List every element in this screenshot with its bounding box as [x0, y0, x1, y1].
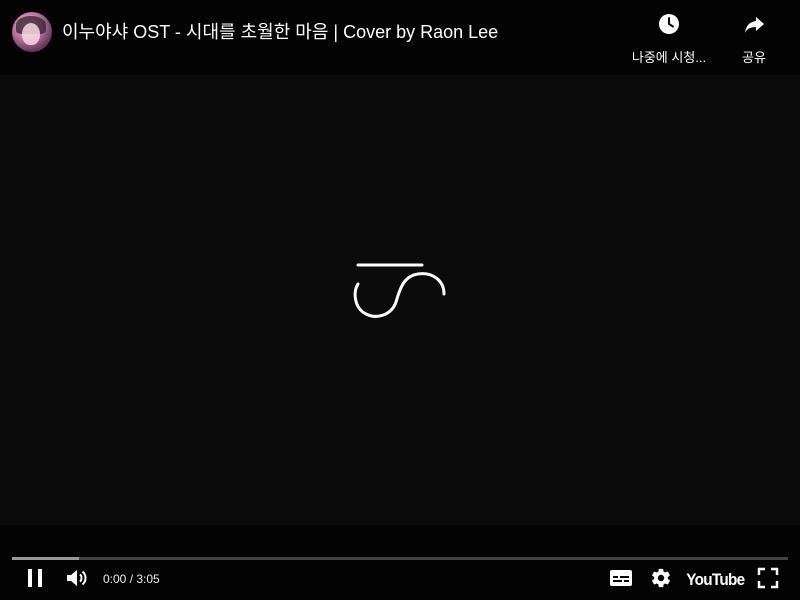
avatar-face — [22, 23, 40, 45]
video-player[interactable]: 이누야샤 OST - 시대를 초월한 마음 | Cover by Raon Le… — [0, 0, 800, 600]
loading-spinner-icon — [350, 258, 450, 324]
progress-buffered — [12, 557, 79, 560]
video-title[interactable]: 이누야샤 OST - 시대를 초월한 마음 | Cover by Raon Le… — [62, 21, 498, 43]
progress-bar[interactable] — [12, 557, 788, 560]
watch-later-button[interactable]: 나중에 시청... — [627, 12, 711, 65]
subtitles-icon — [609, 568, 633, 593]
pause-button[interactable] — [20, 565, 50, 595]
share-arrow-icon — [742, 12, 766, 41]
fullscreen-icon — [757, 567, 779, 594]
watch-later-label: 나중에 시청... — [631, 50, 707, 65]
pause-icon — [24, 567, 46, 594]
volume-icon — [64, 566, 90, 595]
control-bar: 0:00 / 3:05 YouTube — [0, 525, 800, 600]
clock-icon — [657, 12, 681, 41]
subtitles-button[interactable] — [606, 565, 636, 595]
fullscreen-button[interactable] — [753, 565, 783, 595]
time-display: 0:00 / 3:05 — [103, 572, 160, 586]
settings-button[interactable] — [646, 565, 676, 595]
channel-avatar[interactable] — [12, 12, 52, 52]
youtube-logo: YouTube — [685, 570, 745, 589]
top-overlay-bar: 이누야샤 OST - 시대를 초월한 마음 | Cover by Raon Le… — [0, 0, 800, 75]
volume-button[interactable] — [62, 565, 92, 595]
share-button[interactable]: 공유 — [730, 12, 778, 65]
share-label: 공유 — [742, 50, 766, 65]
youtube-button[interactable]: YouTube — [685, 565, 745, 595]
gear-icon — [650, 567, 672, 594]
